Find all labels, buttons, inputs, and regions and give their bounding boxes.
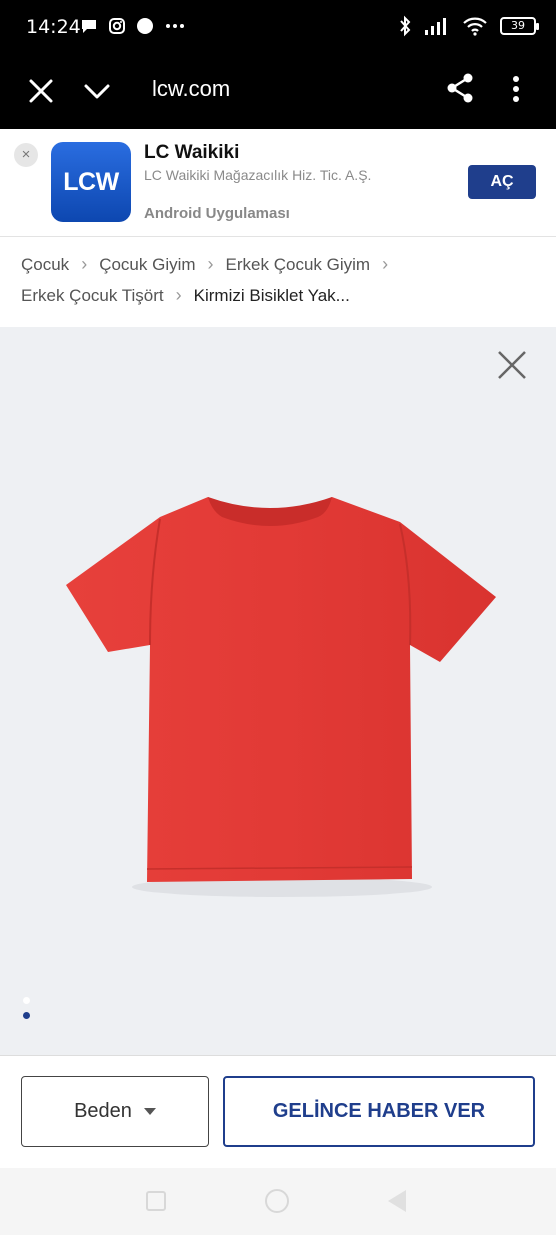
slide-dot-active[interactable] xyxy=(23,1012,30,1019)
instagram-icon xyxy=(109,18,125,34)
wifi-icon xyxy=(463,17,487,36)
signal-icon xyxy=(425,18,446,35)
home-icon[interactable] xyxy=(265,1189,289,1213)
url-display[interactable]: lcw.com xyxy=(152,76,230,102)
breadcrumb-item[interactable]: Erkek Çocuk Tişört xyxy=(21,286,164,306)
breadcrumb-row: Çocuk › Çocuk Giyim › Erkek Çocuk Giyim … xyxy=(21,254,400,275)
breadcrumb: Çocuk › Çocuk Giyim › Erkek Çocuk Giyim … xyxy=(0,238,556,327)
app-platform: Android Uygulaması xyxy=(144,205,290,222)
share-icon[interactable] xyxy=(444,72,476,104)
more-notifications-icon xyxy=(166,24,184,28)
system-icons: 39 xyxy=(398,15,539,37)
app-install-banner: × LCW LC Waikiki LC Waikiki Mağazacılık … xyxy=(0,129,556,237)
breadcrumb-current: Kirmizi Bisiklet Yak... xyxy=(193,285,350,305)
chevron-right-icon: › xyxy=(175,285,182,305)
close-icon[interactable] xyxy=(26,76,56,106)
more-vert-icon[interactable] xyxy=(504,74,528,104)
battery-indicator: 39 xyxy=(500,17,539,35)
back-icon[interactable] xyxy=(388,1190,406,1212)
chevron-right-icon: › xyxy=(81,254,88,274)
app-publisher: LC Waikiki Mağazacılık Hiz. Tic. A.Ş. xyxy=(144,167,372,183)
recent-apps-icon[interactable] xyxy=(146,1191,166,1211)
slide-indicator xyxy=(23,997,30,1027)
breadcrumb-row: Erkek Çocuk Tişört › Kirmizi Bisiklet Ya… xyxy=(21,285,350,306)
browser-toolbar: lcw.com xyxy=(0,56,556,129)
bluetooth-icon xyxy=(400,15,411,37)
size-dropdown[interactable]: Beden xyxy=(21,1076,209,1147)
status-bar: 14:24 39 xyxy=(0,0,556,56)
breadcrumb-item[interactable]: Çocuk Giyim xyxy=(99,255,195,275)
slide-dot[interactable] xyxy=(23,997,30,1004)
open-app-button[interactable]: AÇ xyxy=(468,165,536,199)
chat-bubble-icon xyxy=(82,20,96,33)
size-label: Beden xyxy=(74,1100,132,1122)
caret-down-icon xyxy=(143,1108,156,1115)
chevron-right-icon: › xyxy=(207,254,214,274)
notify-me-button[interactable]: GELİNCE HABER VER xyxy=(223,1076,535,1147)
status-time: 14:24 xyxy=(26,16,81,38)
app-name: LC Waikiki xyxy=(144,142,240,163)
breadcrumb-item[interactable]: Erkek Çocuk Giyim xyxy=(226,255,371,275)
app-logo: LCW xyxy=(51,142,131,222)
circle-dot-icon xyxy=(137,18,153,34)
breadcrumb-item[interactable]: Çocuk xyxy=(21,255,69,275)
chevron-right-icon: › xyxy=(382,254,389,274)
product-image-gallery[interactable] xyxy=(0,327,556,1055)
banner-close-button[interactable]: × xyxy=(14,143,38,167)
notification-icons xyxy=(80,17,186,35)
android-nav-bar xyxy=(0,1168,556,1235)
close-icon[interactable] xyxy=(496,349,528,381)
chevron-down-icon[interactable] xyxy=(82,76,112,106)
purchase-actions: Beden GELİNCE HABER VER xyxy=(0,1055,556,1168)
product-image xyxy=(66,497,496,897)
